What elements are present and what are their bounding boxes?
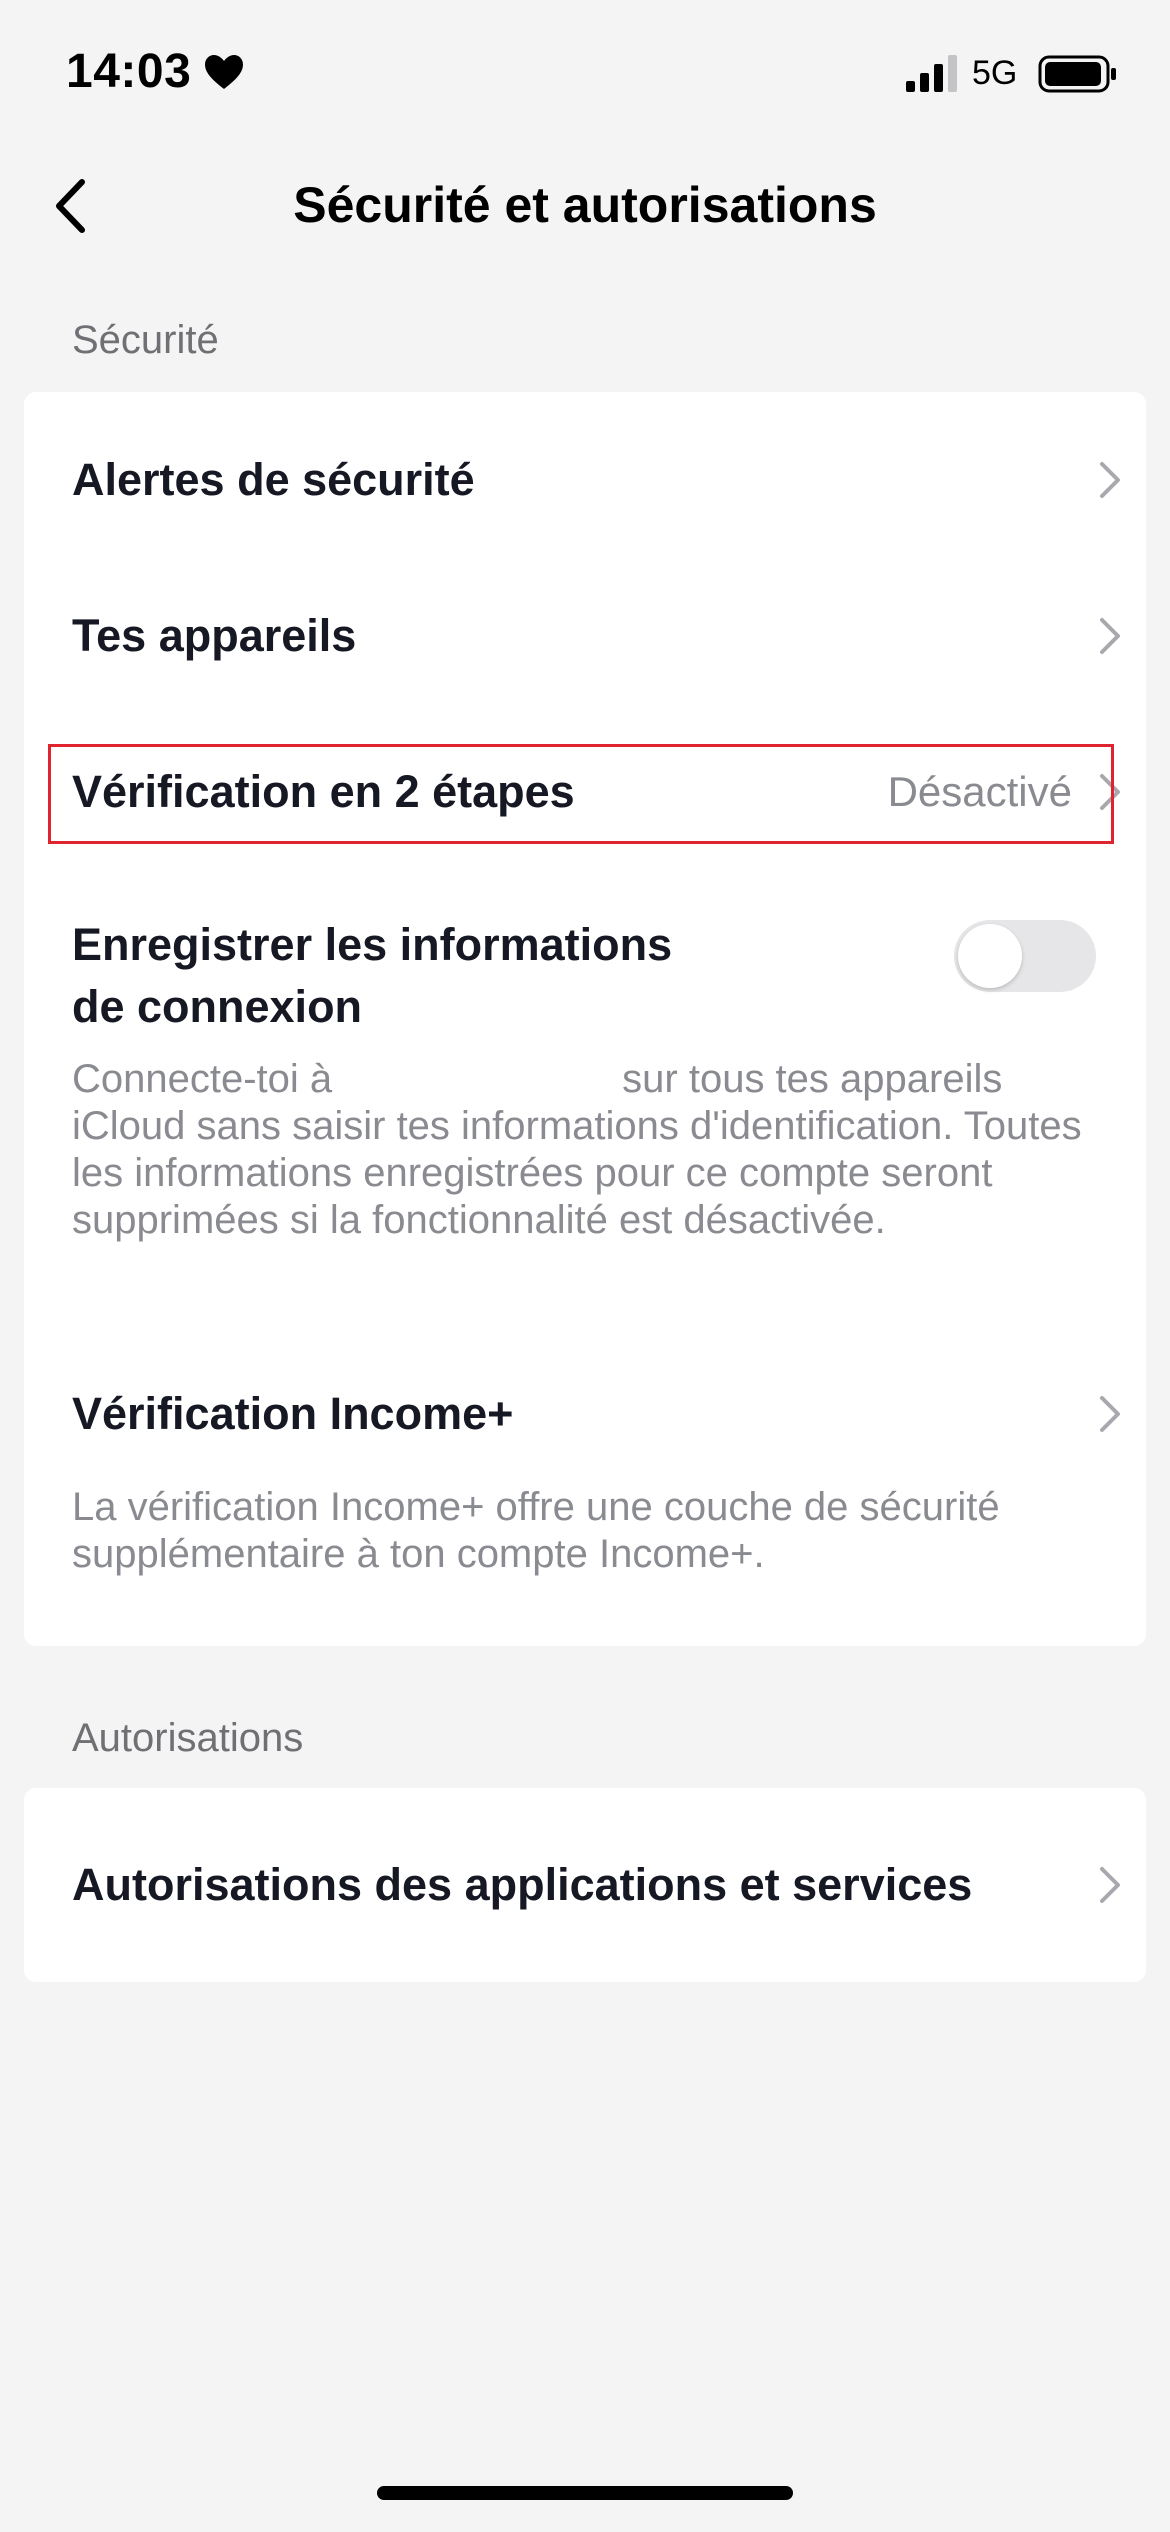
save-login-info-label: Enregistrer les informations de connexio… xyxy=(72,919,673,1032)
app-services-permissions-label: Autorisations des applications et servic… xyxy=(72,1859,973,1910)
your-devices-label: Tes appareils xyxy=(72,610,357,661)
page-title: Sécurité et autorisations xyxy=(293,177,877,233)
chevron-right-icon xyxy=(1100,462,1120,498)
security-card: Alertes de sécurité Tes appareils Vérifi… xyxy=(24,392,1146,1646)
save-login-info-description: Connecte-toi à sur tous tes appareils iCl… xyxy=(72,1057,1082,1242)
section-header-permissions: Autorisations xyxy=(72,1716,304,1760)
status-time: 14:03 xyxy=(66,45,192,98)
security-alerts-item[interactable]: Alertes de sécurité xyxy=(72,448,1122,512)
your-devices-item[interactable]: Tes appareils xyxy=(72,604,1122,668)
app-services-permissions-item[interactable]: Autorisations des applications et servic… xyxy=(72,1853,1122,1917)
income-plus-verification-item[interactable]: Vérification Income+ xyxy=(72,1382,1122,1446)
chevron-right-icon xyxy=(1100,1867,1120,1903)
chevron-right-icon xyxy=(1100,774,1120,810)
chevron-right-icon xyxy=(1100,618,1120,654)
home-indicator[interactable] xyxy=(377,2486,793,2500)
two-step-verification-label: Vérification en 2 étapes xyxy=(72,766,575,817)
heart-icon xyxy=(205,55,243,89)
save-login-info-toggle[interactable] xyxy=(954,920,1096,992)
permissions-card: Autorisations des applications et servic… xyxy=(24,1788,1146,1982)
chevron-right-icon xyxy=(1100,1396,1120,1432)
status-bar: 14:03 5G xyxy=(0,0,1170,150)
income-plus-verification-description: La vérification Income+ offre une couche… xyxy=(72,1485,1000,1576)
section-header-security: Sécurité xyxy=(72,318,219,362)
cellular-signal-icon xyxy=(906,55,957,92)
network-type: 5G xyxy=(972,54,1018,92)
two-step-verification-item[interactable]: Vérification en 2 étapes Désactivé xyxy=(72,760,1122,824)
security-alerts-label: Alertes de sécurité xyxy=(72,454,475,505)
battery-icon xyxy=(1038,55,1116,93)
income-plus-verification-label: Vérification Income+ xyxy=(72,1388,514,1439)
two-step-verification-status: Désactivé xyxy=(887,768,1072,815)
toggle-knob xyxy=(958,924,1022,988)
